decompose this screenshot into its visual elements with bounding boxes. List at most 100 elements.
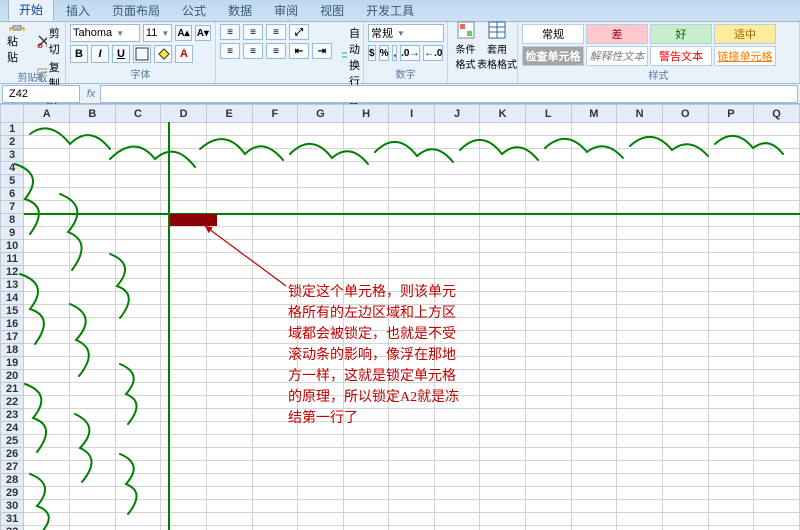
cell[interactable] [434, 253, 480, 266]
cell[interactable] [206, 162, 252, 175]
cell[interactable] [24, 331, 70, 344]
cell[interactable] [662, 383, 708, 396]
cell[interactable] [525, 318, 571, 331]
cell[interactable] [206, 500, 252, 513]
cell[interactable] [571, 214, 617, 227]
row-header-27[interactable]: 27 [1, 461, 24, 474]
cell[interactable] [69, 500, 115, 513]
cell[interactable] [662, 435, 708, 448]
cell[interactable] [206, 292, 252, 305]
cell[interactable] [617, 188, 663, 201]
cell[interactable] [571, 162, 617, 175]
cell[interactable] [298, 175, 344, 188]
cell[interactable] [343, 162, 389, 175]
cell[interactable] [24, 292, 70, 305]
cell[interactable] [662, 461, 708, 474]
cell[interactable] [754, 240, 800, 253]
comma-button[interactable]: , [392, 45, 397, 61]
row-header-7[interactable]: 7 [1, 201, 24, 214]
cell[interactable] [252, 461, 298, 474]
row-header-21[interactable]: 21 [1, 383, 24, 396]
cell[interactable] [69, 526, 115, 530]
cell[interactable] [662, 305, 708, 318]
cell[interactable] [298, 396, 344, 409]
col-header-D[interactable]: D [161, 105, 207, 123]
cell[interactable] [24, 305, 70, 318]
cell[interactable] [115, 201, 161, 214]
cell[interactable] [298, 487, 344, 500]
cell[interactable] [389, 357, 434, 370]
cell[interactable] [617, 448, 663, 461]
name-box[interactable]: Z42 [2, 85, 80, 103]
cell[interactable] [161, 461, 207, 474]
cell[interactable] [161, 448, 207, 461]
align-bottom-button[interactable]: ≡ [266, 24, 286, 40]
shrink-font-button[interactable]: A▾ [195, 25, 211, 41]
cell[interactable] [662, 279, 708, 292]
style-cell-0[interactable]: 常规 [522, 24, 584, 44]
align-right-button[interactable]: ≡ [266, 43, 286, 59]
cell[interactable] [480, 240, 526, 253]
cell[interactable] [480, 123, 526, 136]
cell[interactable] [69, 331, 115, 344]
cell[interactable] [298, 136, 344, 149]
cell[interactable] [298, 188, 344, 201]
cell[interactable] [343, 370, 389, 383]
cell[interactable] [69, 435, 115, 448]
dec-decimal-button[interactable]: ←.0 [423, 45, 443, 61]
cell[interactable] [708, 136, 754, 149]
cell[interactable] [343, 526, 389, 530]
row-header-5[interactable]: 5 [1, 175, 24, 188]
row-header-16[interactable]: 16 [1, 318, 24, 331]
cell[interactable] [298, 318, 344, 331]
cell[interactable] [571, 513, 617, 526]
cell[interactable] [343, 227, 389, 240]
cell[interactable] [343, 383, 389, 396]
cell[interactable] [343, 357, 389, 370]
cell[interactable] [161, 370, 207, 383]
cell[interactable] [525, 370, 571, 383]
row-header-2[interactable]: 2 [1, 136, 24, 149]
cell[interactable] [754, 474, 800, 487]
cell[interactable] [343, 123, 389, 136]
cell[interactable] [662, 266, 708, 279]
cell[interactable] [252, 279, 298, 292]
cell[interactable] [480, 149, 526, 162]
cell[interactable] [69, 487, 115, 500]
row-header-13[interactable]: 13 [1, 279, 24, 292]
cell[interactable] [434, 266, 480, 279]
cell[interactable] [389, 487, 434, 500]
col-header-Q[interactable]: Q [754, 105, 800, 123]
cell[interactable] [69, 266, 115, 279]
cell[interactable] [708, 344, 754, 357]
cell[interactable] [480, 487, 526, 500]
cell[interactable] [115, 435, 161, 448]
cell[interactable] [480, 422, 526, 435]
indent-dec-button[interactable]: ⇤ [289, 43, 309, 59]
col-header-L[interactable]: L [525, 105, 571, 123]
cell[interactable] [252, 526, 298, 530]
cell[interactable] [434, 149, 480, 162]
cell[interactable] [662, 175, 708, 188]
cell[interactable] [24, 240, 70, 253]
cell[interactable] [115, 279, 161, 292]
fill-color-button[interactable] [154, 45, 172, 63]
cell[interactable] [525, 526, 571, 530]
cell[interactable] [298, 240, 344, 253]
cell[interactable] [69, 409, 115, 422]
cell[interactable] [571, 149, 617, 162]
cell[interactable] [708, 370, 754, 383]
cut-button[interactable]: 剪切 [34, 24, 67, 58]
cell[interactable] [525, 344, 571, 357]
cell[interactable] [480, 383, 526, 396]
cell[interactable] [252, 149, 298, 162]
fx-icon[interactable]: fx [82, 88, 100, 100]
cell[interactable] [389, 409, 434, 422]
cell[interactable] [389, 266, 434, 279]
cell[interactable] [389, 149, 434, 162]
cell[interactable] [206, 396, 252, 409]
cell[interactable] [708, 383, 754, 396]
cell[interactable] [298, 435, 344, 448]
cell[interactable] [708, 318, 754, 331]
cell[interactable] [662, 513, 708, 526]
